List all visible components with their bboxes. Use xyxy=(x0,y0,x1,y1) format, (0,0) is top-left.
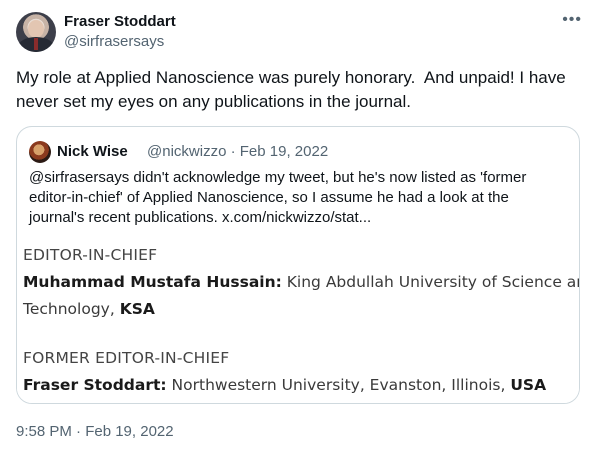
editor-country: KSA xyxy=(119,300,155,318)
tweet-text-line-2: never set my eyes on any publications in… xyxy=(16,92,412,111)
quoted-text-line-3: journal's recent publications. x.com/nic… xyxy=(29,209,372,226)
quoted-tweet[interactable]: Nick Wise @nickwizzo · Feb 19, 2022 @sir… xyxy=(16,126,580,404)
meta-separator: · xyxy=(230,143,236,160)
former-editor-line: Fraser Stoddart: Northwestern University… xyxy=(23,373,546,397)
author-name[interactable]: Fraser Stoddart xyxy=(64,12,176,32)
quoted-text: @sirfrasersays didn't acknowledge my twe… xyxy=(29,168,569,228)
tweet-timestamp[interactable]: 9:58 PM · Feb 19, 2022 xyxy=(16,422,174,442)
tweet-text: My role at Applied Nanoscience was purel… xyxy=(16,66,582,114)
tweet-text-line-1: My role at Applied Nanoscience was purel… xyxy=(16,68,566,87)
author-avatar[interactable] xyxy=(16,12,56,52)
quoted-meta: @nickwizzo · Feb 19, 2022 xyxy=(147,142,328,162)
former-editor-name: Fraser Stoddart: xyxy=(23,376,167,394)
editor-line-1: Muhammad Mustafa Hussain: King Abdullah … xyxy=(23,270,580,294)
former-editor-affiliation: Northwestern University, Evanston, Illin… xyxy=(166,376,511,394)
quoted-text-line-1: @sirfrasersays didn't acknowledge my twe… xyxy=(29,169,527,186)
quoted-image[interactable]: EDITOR-IN-CHIEF Muhammad Mustafa Hussain… xyxy=(17,243,580,403)
editor-affiliation-b: Technology, xyxy=(23,300,120,318)
quoted-author-handle: @nickwizzo xyxy=(147,143,227,160)
former-editor-country: USA xyxy=(510,376,547,394)
quoted-date: Feb 19, 2022 xyxy=(239,143,329,160)
quoted-author-avatar xyxy=(29,141,51,163)
avatar-tie xyxy=(34,38,38,50)
editor-affiliation-a: King Abdullah University of Science and xyxy=(281,273,580,291)
editor-line-2: Technology, KSA xyxy=(23,297,155,321)
former-editor-heading: FORMER EDITOR-IN-CHIEF xyxy=(23,349,230,367)
more-options-icon[interactable]: ••• xyxy=(562,10,582,30)
quoted-text-line-2: editor-in-chief' of Applied Nanoscience,… xyxy=(29,189,509,206)
quoted-author-name: Nick Wise xyxy=(57,143,128,160)
editor-name: Muhammad Mustafa Hussain: xyxy=(23,273,282,291)
author-handle[interactable]: @sirfrasersays xyxy=(64,32,164,52)
editor-heading: EDITOR-IN-CHIEF xyxy=(23,246,158,264)
avatar-face xyxy=(28,20,44,38)
